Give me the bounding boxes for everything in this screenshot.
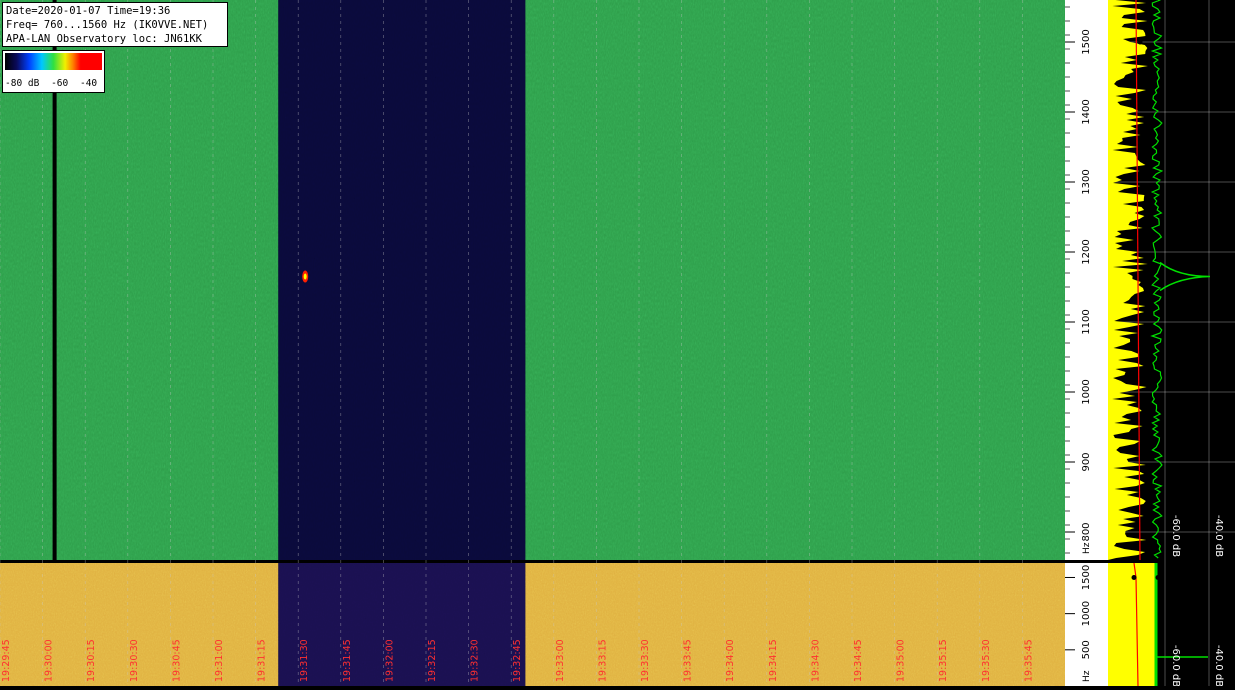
panel-separator bbox=[0, 560, 1065, 563]
x-tick-label: 19:34:30 bbox=[810, 639, 821, 682]
x-tick-label: 19:35:45 bbox=[1023, 639, 1034, 682]
scale-label-mid: -60 bbox=[51, 78, 69, 89]
marker-dot bbox=[1137, 39, 1143, 45]
color-scale-labels: -80 dB -60 -40 bbox=[5, 78, 103, 89]
x-tick-label: 19:33:00 bbox=[555, 639, 566, 682]
x-tick-label: 19:30:00 bbox=[44, 639, 55, 682]
spectrogram-noise bbox=[278, 0, 526, 560]
x-tick-label: 19:34:45 bbox=[853, 639, 864, 682]
y-tick-label: 1300 bbox=[1081, 169, 1092, 194]
x-tick-label: 19:33:30 bbox=[640, 639, 651, 682]
y-tick-label: 900 bbox=[1081, 452, 1092, 471]
y-tick-label: 1100 bbox=[1081, 309, 1092, 334]
y-tick-label: 1500 bbox=[1081, 29, 1092, 54]
info-observatory: APA-LAN Observatory loc: JN61KK bbox=[6, 33, 202, 45]
x-tick-label: 19:30:30 bbox=[129, 639, 140, 682]
y-tick-label: 1000 bbox=[1081, 601, 1092, 626]
info-date-time: Date=2020-01-07 Time=19:36 bbox=[6, 5, 171, 17]
color-scale-legend: -80 dB -60 -40 bbox=[2, 50, 105, 93]
y-tick-label: 1200 bbox=[1081, 239, 1092, 264]
lower-spectrogram-noise bbox=[278, 563, 526, 686]
db-tick-label: -40.0 dB bbox=[1213, 515, 1224, 557]
info-frequency: Freq= 760...1560 Hz (IK0VVE.NET) bbox=[6, 19, 209, 31]
spectrogram-svg: 19:29:45 19:30:00 19:30:15 19:30:30 19:30:45… bbox=[0, 0, 1235, 687]
x-tick-label: 19:35:00 bbox=[896, 639, 907, 682]
x-tick-label: 19:31:00 bbox=[214, 639, 225, 682]
y-tick-label: 1000 bbox=[1081, 379, 1092, 404]
color-scale-bar bbox=[5, 53, 102, 70]
x-tick-label: 19:34:15 bbox=[768, 639, 779, 682]
x-tick-label: 19:31:30 bbox=[299, 639, 310, 682]
x-tick-label: 19:32:45 bbox=[512, 639, 523, 682]
marker-dot bbox=[1131, 574, 1137, 580]
x-tick-label: 19:33:15 bbox=[597, 639, 608, 682]
x-tick-label: 19:31:45 bbox=[342, 639, 353, 682]
y-unit-label: Hz bbox=[1082, 542, 1092, 554]
y-tick-label: 1500 bbox=[1081, 565, 1092, 590]
y-tick-label: 1400 bbox=[1081, 99, 1092, 124]
spectrogram-noise bbox=[525, 0, 1065, 560]
meteor-echo-core bbox=[303, 273, 307, 280]
x-tick-label: 19:31:15 bbox=[257, 639, 268, 682]
x-tick-label: 19:29:45 bbox=[1, 639, 12, 682]
y-unit-label: Hz bbox=[1082, 670, 1092, 682]
x-tick-label: 19:35:15 bbox=[938, 639, 949, 682]
x-tick-label: 19:32:30 bbox=[470, 639, 481, 682]
x-tick-label: 19:35:30 bbox=[981, 639, 992, 682]
x-tick-label: 19:30:45 bbox=[171, 639, 182, 682]
db-tick-label: -40.0 dB bbox=[1213, 645, 1224, 686]
x-tick-label: 19:32:00 bbox=[384, 639, 395, 682]
scale-label-max: -40 bbox=[79, 78, 98, 89]
top-freq-axis bbox=[1065, 0, 1108, 560]
x-tick-label: 19:30:15 bbox=[86, 639, 97, 682]
y-tick-label: 800 bbox=[1081, 522, 1092, 541]
y-tick-label: 500 bbox=[1081, 640, 1092, 659]
scale-label-min: -80 dB bbox=[5, 78, 40, 89]
x-tick-label: 19:32:15 bbox=[427, 639, 438, 682]
x-tick-label: 19:34:00 bbox=[725, 639, 736, 682]
db-tick-label: -60.0 dB bbox=[1170, 515, 1181, 557]
x-tick-label: 19:33:45 bbox=[683, 639, 694, 682]
db-tick-label: -60.0 dB bbox=[1170, 645, 1181, 686]
info-box: Date=2020-01-07 Time=19:36 Freq= 760...1… bbox=[2, 2, 228, 47]
lower-spectrum-fill bbox=[1108, 563, 1156, 686]
marker-dot bbox=[1155, 574, 1161, 580]
spectrogram-display: 19:29:45 19:30:00 19:30:15 19:30:30 19:30:45… bbox=[0, 0, 1235, 687]
